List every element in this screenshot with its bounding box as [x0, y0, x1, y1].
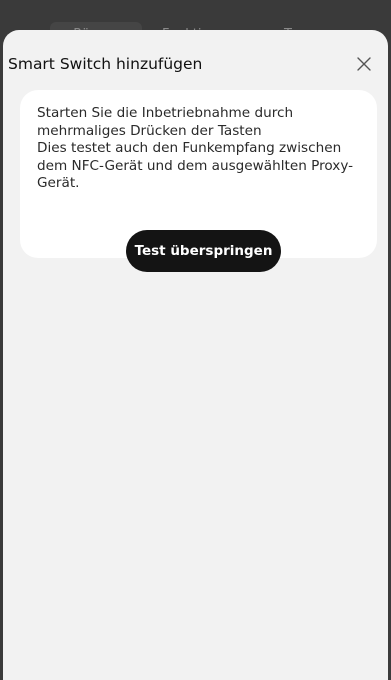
instruction-text: Starten Sie die Inbetriebnahme durch meh… — [37, 105, 367, 193]
instruction-line: Starten Sie die Inbetriebnahme durch — [37, 105, 294, 121]
modal-title: Smart Switch hinzufügen — [8, 55, 203, 73]
close-icon — [357, 57, 371, 71]
skip-test-button[interactable]: Test überspringen — [126, 230, 281, 272]
instruction-line: Gerät. — [37, 175, 80, 191]
instruction-line: mehrmaliges Drücken der Tasten — [37, 122, 262, 139]
instruction-line: Dies testet auch den Funkempfang zwische… — [37, 140, 342, 156]
close-button[interactable] — [354, 54, 374, 74]
add-smart-switch-modal: Smart Switch hinzufügen Starten Sie die … — [3, 30, 388, 680]
modal-header: Smart Switch hinzufügen — [8, 52, 378, 76]
instruction-line: dem NFC-Gerät und dem ausgewählten Proxy… — [37, 157, 354, 174]
instruction-card: Starten Sie die Inbetriebnahme durch meh… — [20, 90, 377, 272]
